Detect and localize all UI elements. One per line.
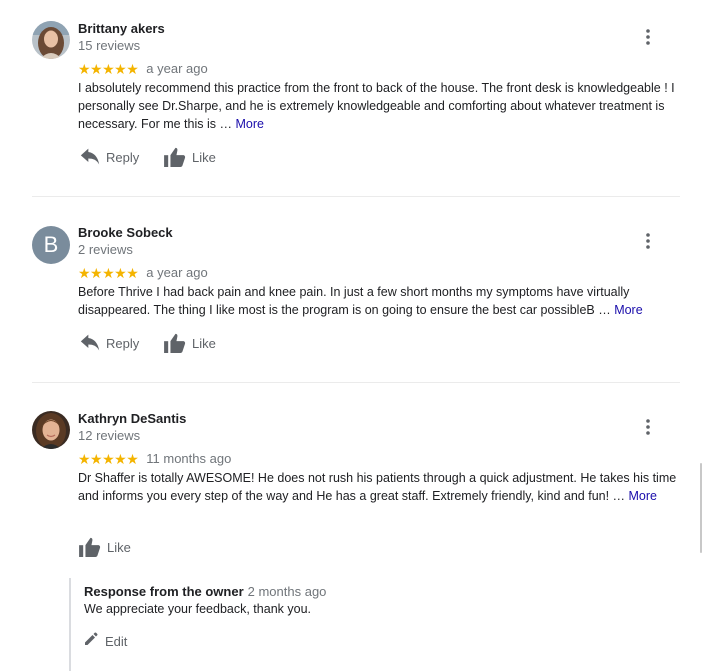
edit-button[interactable]: Edit [83, 631, 127, 652]
reviewer-avatar[interactable] [32, 411, 70, 449]
reviewer-name[interactable]: Brittany akers [78, 21, 165, 36]
like-label: Like [192, 149, 216, 165]
review-text: Before Thrive I had back pain and knee p… [78, 283, 678, 319]
reviewer-review-count: 15 reviews [78, 38, 141, 53]
owner-response-heading: Response from the owner 2 months ago [84, 584, 326, 599]
review-meta: ★★★★★ a year ago [78, 265, 208, 281]
reply-label: Reply [106, 335, 140, 351]
review-date: a year ago [146, 61, 208, 76]
review-date: 11 months ago [146, 451, 232, 466]
reviewer-review-count: 12 reviews [78, 428, 141, 443]
star-rating: ★★★★★ [78, 61, 139, 77]
owner-response-text: We appreciate your feedback, thank you. [84, 602, 311, 616]
like-button[interactable]: Like [79, 535, 131, 559]
like-label: Like [192, 335, 216, 351]
scrollbar[interactable] [696, 0, 702, 671]
more-vert-icon[interactable] [638, 417, 658, 437]
thumb-up-icon [164, 333, 186, 353]
reviewer-review-count: 2 reviews [78, 242, 133, 257]
review-meta: ★★★★★ 11 months ago [78, 451, 231, 467]
divider [32, 382, 680, 383]
review-text: Dr Shaffer is totally AWESOME! He does n… [78, 469, 678, 505]
review-meta: ★★★★★ a year ago [78, 61, 208, 77]
star-rating: ★★★★★ [78, 265, 139, 281]
reply-button[interactable]: Reply [80, 331, 139, 355]
reviews-panel: Brittany akers 15 reviews ★★★★★ a year a… [0, 0, 702, 671]
like-label: Like [107, 539, 131, 555]
reviewer-avatar[interactable]: B [32, 226, 70, 264]
review-date: a year ago [146, 265, 208, 280]
review-text-body: Before Thrive I had back pain and knee p… [78, 285, 630, 317]
review-text-body: I absolutely recommend this practice fro… [78, 81, 675, 131]
review-text-body: Dr Shaffer is totally AWESOME! He does n… [78, 471, 677, 503]
like-button[interactable]: Like [164, 145, 216, 169]
more-link[interactable]: More [629, 489, 657, 503]
reply-button[interactable]: Reply [80, 145, 139, 169]
reviewer-avatar[interactable] [32, 21, 70, 59]
more-vert-icon[interactable] [638, 27, 658, 47]
review-text: I absolutely recommend this practice fro… [78, 79, 678, 133]
reviewer-name[interactable]: Brooke Sobeck [78, 225, 173, 240]
like-button[interactable]: Like [164, 331, 216, 355]
reviewer-name[interactable]: Kathryn DeSantis [78, 411, 186, 426]
thumb-up-icon [164, 147, 186, 167]
owner-response-date: 2 months ago [247, 584, 327, 599]
owner-response-title: Response from the owner [84, 584, 244, 599]
avatar-letter: B [43, 232, 59, 257]
owner-response: Response from the owner 2 months ago We a… [69, 578, 671, 671]
edit-label: Edit [105, 634, 128, 649]
star-rating: ★★★★★ [78, 451, 139, 467]
reply-icon [80, 148, 100, 166]
more-link[interactable]: More [235, 117, 263, 131]
thumb-up-icon [79, 537, 101, 557]
more-vert-icon[interactable] [638, 231, 658, 251]
more-link[interactable]: More [614, 303, 642, 317]
pencil-icon [83, 631, 99, 652]
reply-label: Reply [106, 149, 140, 165]
divider [32, 196, 680, 197]
reply-icon [80, 334, 100, 352]
